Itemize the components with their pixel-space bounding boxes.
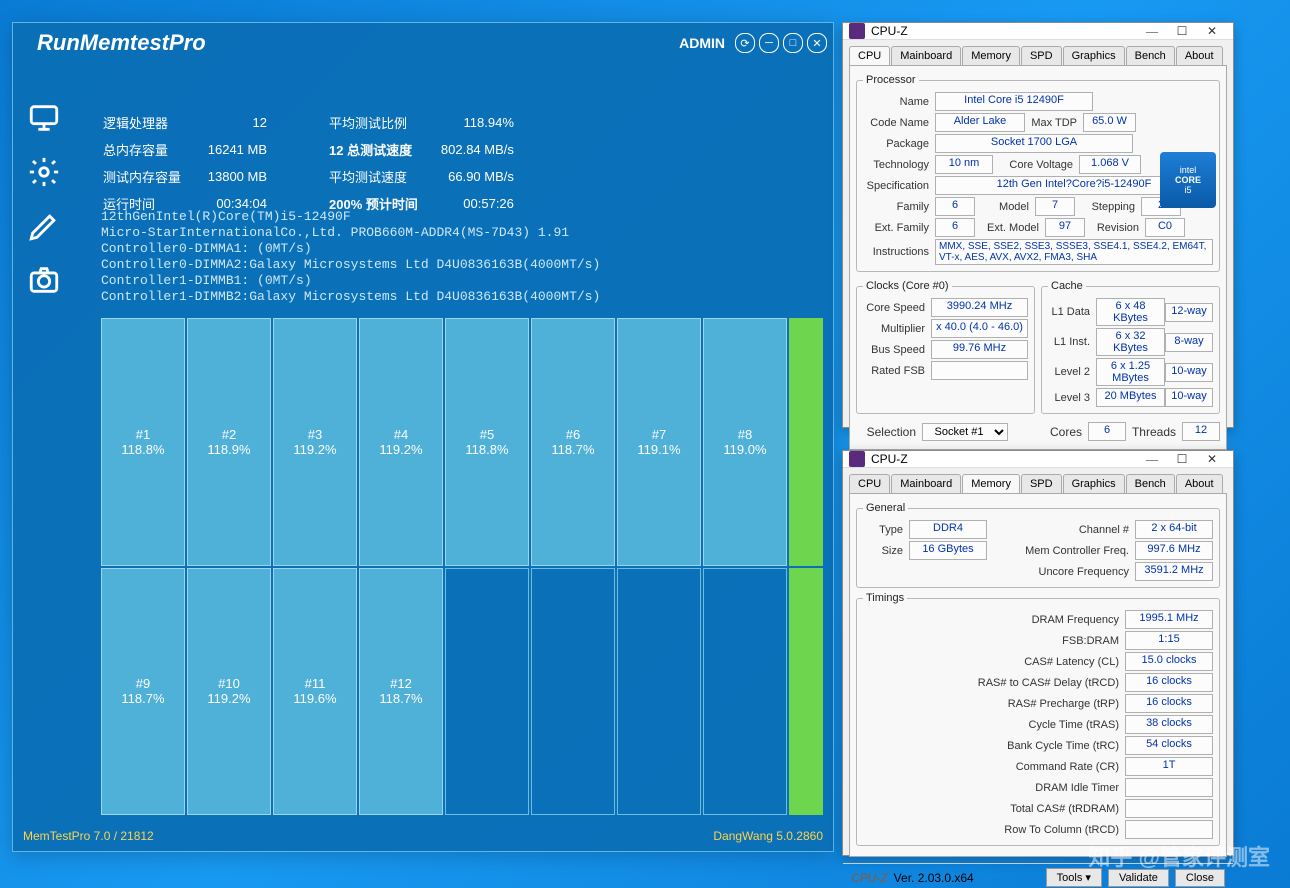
tab-mainboard[interactable]: Mainboard	[891, 46, 961, 65]
maximize-icon[interactable]: ☐	[1167, 452, 1197, 467]
memory-timings-group: Timings DRAM Frequency1995.1 MHzFSB:DRAM…	[856, 592, 1220, 846]
admin-label: ADMIN	[679, 35, 725, 51]
memtest-footer: MemTestPro 7.0 / 21812 DangWang 5.0.2860	[23, 829, 823, 843]
timing-row: FSB:DRAM1:15	[863, 631, 1213, 650]
worker-cell[interactable]: #3119.2%	[273, 318, 357, 566]
worker-cell[interactable]: #8119.0%	[703, 318, 787, 566]
gear-icon[interactable]	[27, 155, 61, 189]
maximize-icon[interactable]: ☐	[1167, 24, 1197, 39]
memtest-title: RunMemtestPro	[37, 30, 679, 56]
cpuz-tabs: CPU Mainboard Memory SPD Graphics Bench …	[849, 46, 1227, 65]
close-icon[interactable]: ✕	[1197, 452, 1227, 467]
close-icon[interactable]: ✕	[1197, 24, 1227, 39]
monitor-icon[interactable]	[27, 101, 61, 135]
maximize-icon[interactable]: □	[783, 33, 803, 53]
timing-row: Command Rate (CR)1T	[863, 757, 1213, 776]
worker-cell[interactable]: #4119.2%	[359, 318, 443, 566]
timing-row: Bank Cycle Time (tRC)54 clocks	[863, 736, 1213, 755]
footer-right: DangWang 5.0.2860	[713, 829, 823, 843]
memtest-window: RunMemtestPro ADMIN ⟳ ─ □ ✕ 逻辑处理器12 平均测试…	[12, 22, 834, 852]
memtest-stats: 逻辑处理器12 平均测试比例118.94% 总内存容量16241 MB 12 总…	[101, 108, 530, 218]
timing-row: RAS# Precharge (tRP)16 clocks	[863, 694, 1213, 713]
close-icon[interactable]: ✕	[807, 33, 827, 53]
timing-row: DRAM Frequency1995.1 MHz	[863, 610, 1213, 629]
cpuz-window-memory: CPU-Z — ☐ ✕ CPU Mainboard Memory SPD Gra…	[842, 450, 1234, 856]
cpuz-titlebar[interactable]: CPU-Z — ☐ ✕	[843, 451, 1233, 468]
cpuz-version: Ver. 2.03.0.x64	[894, 871, 974, 885]
timing-row: RAS# to CAS# Delay (tRCD)16 clocks	[863, 673, 1213, 692]
tab-memory[interactable]: Memory	[962, 474, 1020, 493]
camera-icon[interactable]	[27, 263, 61, 297]
cpuz-logo: CPU-Z	[851, 871, 888, 885]
cpuz-titlebar[interactable]: CPU-Z — ☐ ✕	[843, 23, 1233, 40]
tab-graphics[interactable]: Graphics	[1063, 46, 1125, 65]
cache-group: Cache L1 Data6 x 48 KBytes12-way L1 Inst…	[1041, 280, 1220, 414]
progress-sidebar	[789, 568, 823, 816]
timing-row: CAS# Latency (CL)15.0 clocks	[863, 652, 1213, 671]
footer-left: MemTestPro 7.0 / 21812	[23, 829, 154, 843]
socket-select[interactable]: Socket #1	[922, 423, 1008, 441]
cpuz-panel-cpu: intelCOREi5 Processor NameIntel Core i5 …	[849, 65, 1227, 450]
cpuz-window-cpu: CPU-Z — ☐ ✕ CPU Mainboard Memory SPD Gra…	[842, 22, 1234, 428]
minimize-icon[interactable]: —	[1137, 24, 1167, 39]
tab-spd[interactable]: SPD	[1021, 46, 1062, 65]
memtest-grid: #1118.8% #2118.9% #3119.2% #4119.2% #511…	[101, 318, 823, 815]
timing-row: Total CAS# (tRDRAM)	[863, 799, 1213, 818]
worker-cell[interactable]: #7119.1%	[617, 318, 701, 566]
timing-row: Cycle Time (tRAS)38 clocks	[863, 715, 1213, 734]
tab-cpu[interactable]: CPU	[849, 474, 890, 493]
minimize-icon[interactable]: —	[1137, 452, 1167, 467]
worker-cell[interactable]: #12118.7%	[359, 568, 443, 816]
minimize-icon[interactable]: ─	[759, 33, 779, 53]
timing-row: DRAM Idle Timer	[863, 778, 1213, 797]
worker-cell[interactable]: #6118.7%	[531, 318, 615, 566]
cpuz-icon	[849, 23, 865, 39]
intel-logo-icon: intelCOREi5	[1160, 152, 1216, 208]
tab-mainboard[interactable]: Mainboard	[891, 474, 961, 493]
memtest-titlebar[interactable]: RunMemtestPro ADMIN ⟳ ─ □ ✕	[13, 23, 833, 63]
tab-bench[interactable]: Bench	[1126, 474, 1175, 493]
watermark: 知乎 @管家评测室	[1088, 840, 1270, 872]
worker-cell[interactable]: #2118.9%	[187, 318, 271, 566]
memtest-sysinfo: 12thGenIntel(R)Core(TM)i5-12490F Micro-S…	[101, 209, 600, 305]
cpuz-title: CPU-Z	[871, 452, 1137, 466]
clocks-group: Clocks (Core #0) Core Speed3990.24 MHz M…	[856, 280, 1035, 414]
tab-graphics[interactable]: Graphics	[1063, 474, 1125, 493]
worker-cell[interactable]: #9118.7%	[101, 568, 185, 816]
worker-cell-empty	[531, 568, 615, 816]
cpuz-tabs: CPU Mainboard Memory SPD Graphics Bench …	[849, 474, 1227, 493]
cpuz-panel-memory: General TypeDDR4 Channel #2 x 64-bit Siz…	[849, 493, 1227, 857]
worker-cell[interactable]: #5118.8%	[445, 318, 529, 566]
brush-icon[interactable]	[27, 209, 61, 243]
progress-sidebar	[789, 318, 823, 566]
tab-about[interactable]: About	[1176, 474, 1223, 493]
memtest-sidebar	[27, 101, 61, 297]
tab-about[interactable]: About	[1176, 46, 1223, 65]
tab-cpu[interactable]: CPU	[849, 46, 890, 65]
worker-cell-empty	[445, 568, 529, 816]
worker-cell[interactable]: #11119.6%	[273, 568, 357, 816]
worker-cell-empty	[703, 568, 787, 816]
worker-cell[interactable]: #10119.2%	[187, 568, 271, 816]
worker-cell[interactable]: #1118.8%	[101, 318, 185, 566]
cpuz-title: CPU-Z	[871, 24, 1137, 38]
worker-cell-empty	[617, 568, 701, 816]
tab-spd[interactable]: SPD	[1021, 474, 1062, 493]
tab-bench[interactable]: Bench	[1126, 46, 1175, 65]
cpu-name: Intel Core i5 12490F	[935, 92, 1093, 111]
tab-memory[interactable]: Memory	[962, 46, 1020, 65]
cpuz-icon	[849, 451, 865, 467]
timing-row: Row To Column (tRCD)	[863, 820, 1213, 839]
memory-general-group: General TypeDDR4 Channel #2 x 64-bit Siz…	[856, 502, 1220, 588]
refresh-icon[interactable]: ⟳	[735, 33, 755, 53]
